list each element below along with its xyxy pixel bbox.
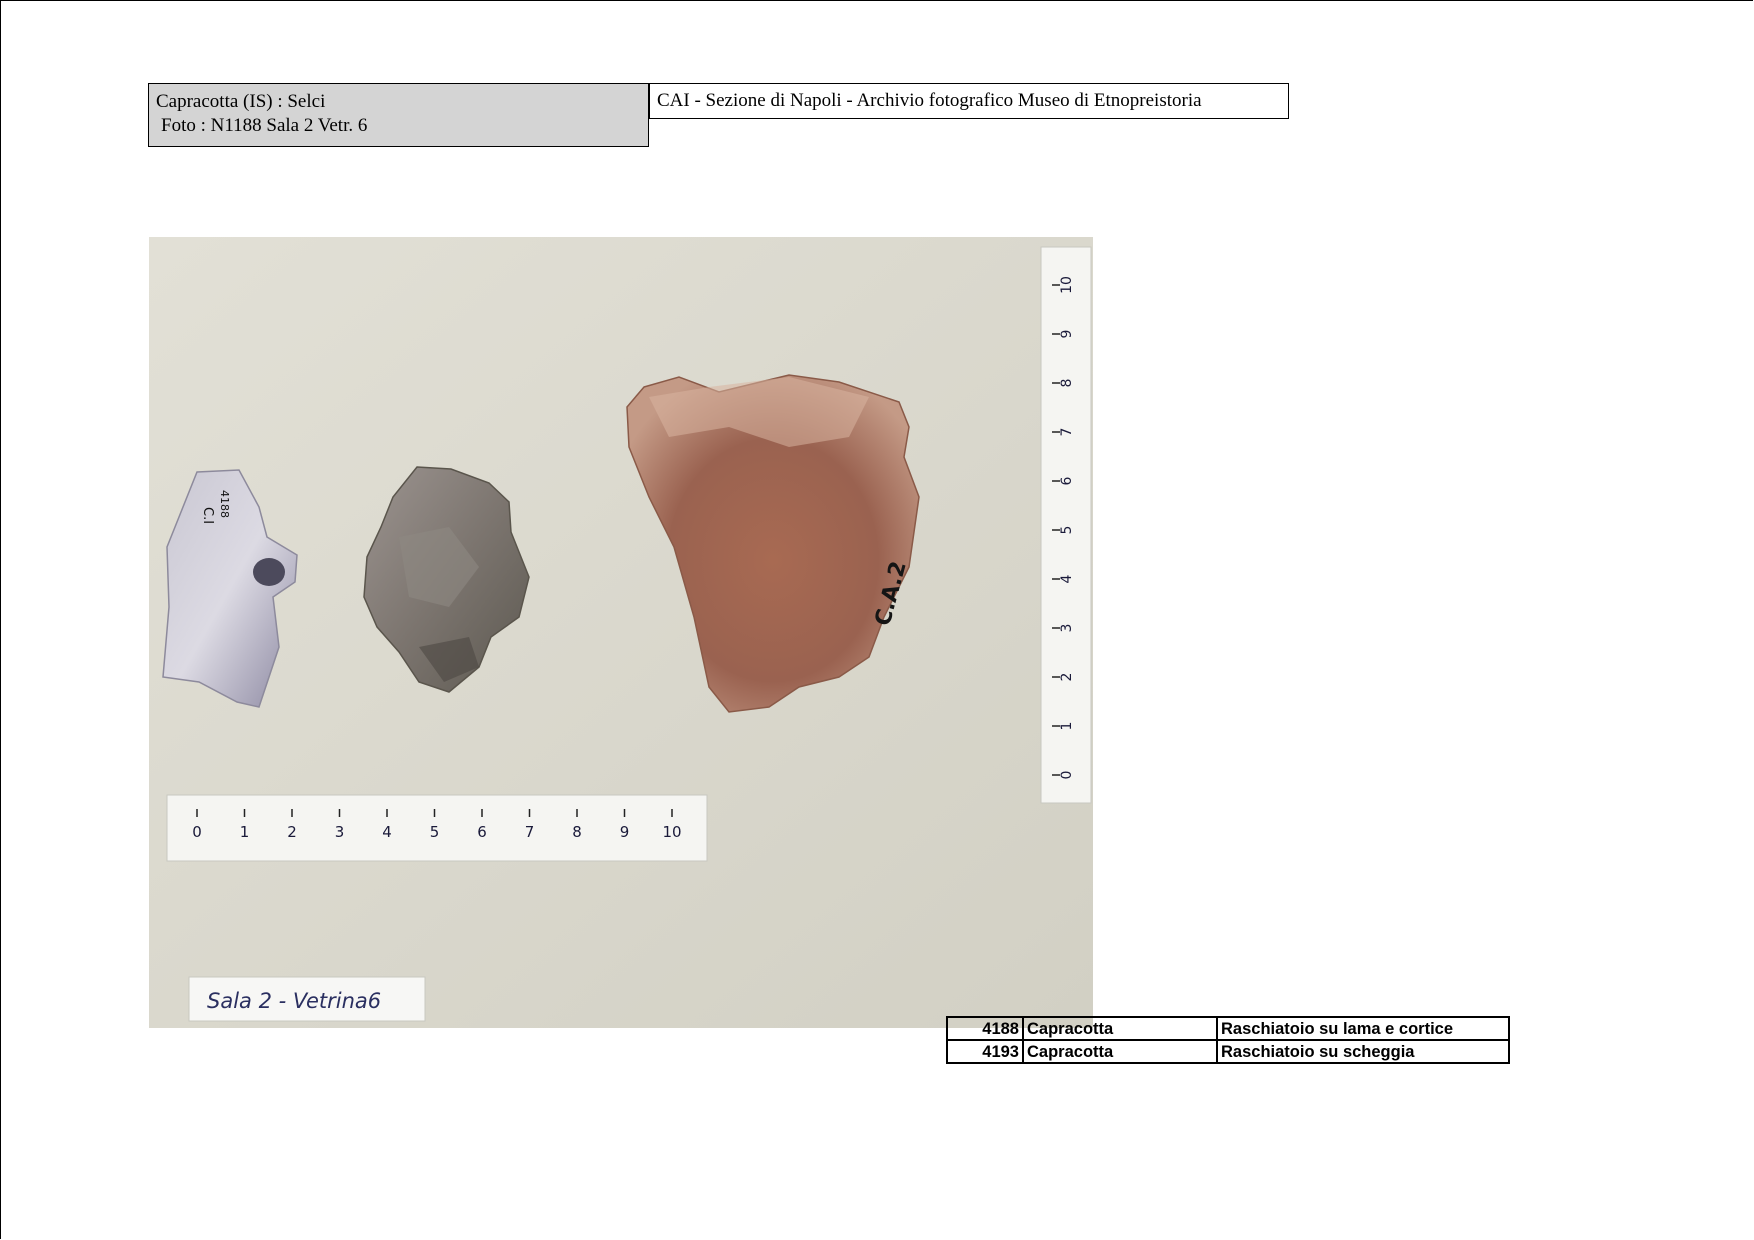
vertical-ruler: 0 1 2 3 4 5 6 7 8 9 10	[1040, 246, 1092, 804]
site-info-line-1: Capracotta (IS) : Selci	[156, 91, 326, 112]
artifact-1-label-a: C.I	[200, 507, 215, 524]
catalog-locality: Capracotta	[1022, 1016, 1218, 1041]
artifact-1-label-b: 4188	[218, 490, 231, 518]
ruler-tick-label: 2	[287, 823, 297, 841]
horizontal-ruler: 0 1 2 3 4 5 6 7 8 9 10	[166, 794, 708, 862]
ruler-tick-label: 0	[1059, 771, 1075, 780]
table-row: 4193 Capracotta Raschiatoio su scheggia	[946, 1039, 1510, 1064]
site-info-line-2: Foto : N1188 Sala 2 Vetr. 6	[161, 115, 368, 136]
ruler-tick-label: 3	[1059, 624, 1075, 633]
case-label: Sala 2 - Vetrina6	[207, 989, 381, 1013]
ruler-tick-label: 10	[662, 823, 681, 841]
ruler-tick-label: 6	[1059, 476, 1075, 485]
ruler-tick-label: 8	[572, 823, 582, 841]
table-row: 4188 Capracotta Raschiatoio su lama e co…	[946, 1016, 1510, 1041]
artifact-photo-drawing: C.I 4188 C.A.2 0 1 2 3 4 5 6 7 8 9 10 012345678910	[149, 237, 1093, 1028]
ruler-tick-label: 0	[192, 823, 202, 841]
ruler-tick-label: 7	[525, 823, 535, 841]
ruler-tick-label: 5	[1059, 526, 1075, 535]
ruler-tick-label: 6	[477, 823, 487, 841]
catalog-number: 4193	[946, 1039, 1024, 1064]
ruler-tick-label: 10	[1059, 276, 1075, 294]
ruler-tick-label: 2	[1059, 673, 1075, 682]
ruler-tick-label: 1	[1059, 722, 1075, 731]
ruler-tick-label: 1	[240, 823, 250, 841]
catalog-locality: Capracotta	[1022, 1039, 1218, 1064]
ruler-tick-label: 7	[1059, 428, 1075, 437]
catalog-description: Raschiatoio su scheggia	[1216, 1039, 1510, 1064]
ruler-tick-label: 5	[430, 823, 440, 841]
case-label-card: Sala 2 - Vetrina6	[188, 976, 426, 1022]
ruler-tick-label: 4	[382, 823, 392, 841]
artifact-photo: C.I 4188 C.A.2 0 1 2 3 4 5 6 7 8 9 10 0 1 2 3 4 5 6 7 8 9 10	[149, 237, 1093, 1028]
archive-title: CAI - Sezione di Napoli - Archivio fotog…	[649, 83, 1289, 119]
ruler-tick-label: 3	[335, 823, 345, 841]
catalog-number: 4188	[946, 1016, 1024, 1041]
ruler-tick-label: 9	[620, 823, 630, 841]
ruler-tick-label: 8	[1059, 379, 1075, 388]
catalog-description: Raschiatoio su lama e cortice	[1216, 1016, 1510, 1041]
catalog-table: 4188 Capracotta Raschiatoio su lama e co…	[946, 1016, 1510, 1064]
ruler-tick-label: 4	[1059, 574, 1075, 583]
site-info-box: Capracotta (IS) : Selci Foto : N1188 Sal…	[148, 83, 649, 147]
ruler-tick-label: 9	[1059, 330, 1075, 339]
